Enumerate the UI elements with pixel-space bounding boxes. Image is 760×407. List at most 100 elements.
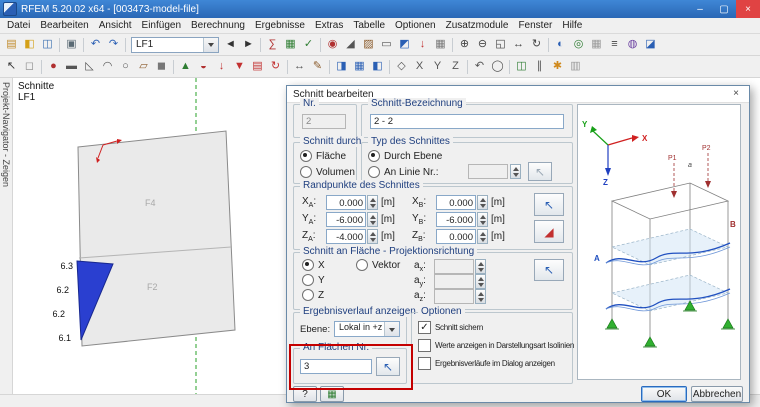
radio-durch-ebene[interactable]: Durch Ebene [368,150,442,162]
radio-vektor[interactable]: Vektor [356,259,400,271]
menu-item[interactable]: Berechnung [186,19,250,32]
circle-icon[interactable]: ○ [117,58,134,75]
deselect-icon[interactable]: ◻ [21,58,38,75]
xb-input[interactable]: 0.000 [436,195,476,210]
open-icon[interactable]: ◧ [21,36,38,53]
menu-item[interactable]: Bearbeiten [35,19,93,32]
visibility-icon[interactable]: ◍ [624,36,641,53]
check-icon[interactable]: ✓ [300,36,317,53]
pick-points-button[interactable]: ↖ [534,193,564,216]
menu-item[interactable]: Tabelle [348,19,390,32]
opening-icon[interactable]: ▭ [378,36,395,53]
menu-item[interactable]: Zusatzmodule [441,19,514,32]
line-icon[interactable]: ◢ [342,36,359,53]
prev-load-case-icon[interactable]: ◄ [222,36,239,53]
arc-icon[interactable]: ◠ [99,58,116,75]
ebene-dropdown[interactable]: Lokal in +z [334,321,400,337]
zoom-in-icon[interactable]: ⊕ [456,36,473,53]
display-settings-button[interactable]: ▦ [320,386,344,402]
radio-proj-x[interactable]: X [302,259,325,271]
radio-proj-y[interactable]: Y [302,274,325,286]
menu-item[interactable]: Optionen [390,19,441,32]
dropdown-arrow-icon[interactable] [384,322,399,336]
isometric-view-icon[interactable]: ◇ [393,58,410,75]
insert-line-icon[interactable]: ▬ [63,58,80,75]
menu-item[interactable]: Hilfe [557,19,587,32]
comment-icon[interactable]: ✎ [309,58,326,75]
radio-proj-z[interactable]: Z [302,289,324,301]
mesh-icon[interactable]: ▦ [432,36,449,53]
dialog-close-icon[interactable]: × [723,86,749,101]
navigator-tab-strip[interactable]: Projekt-Navigator - Zeigen [0,78,13,395]
pick-direction-button[interactable]: ↖ [534,259,564,281]
layers-icon[interactable]: ≡ [606,36,623,53]
moment-load-icon[interactable]: ↻ [267,58,284,75]
snap-icon[interactable]: ✱ [549,58,566,75]
line-load-icon[interactable]: ▼ [231,58,248,75]
model-view[interactable]: 6.3 6.2 6.2 6.1 F4 F2 [13,78,293,395]
control-panel-icon[interactable]: ◧ [369,58,386,75]
xa-input[interactable]: 0.000 [326,195,366,210]
calculate-icon[interactable]: ∑ [264,36,281,53]
ok-button[interactable]: OK [641,386,687,402]
insert-surface-icon[interactable]: ▱ [135,58,152,75]
load-icon[interactable]: ↓ [414,36,431,53]
xb-spinner[interactable] [477,195,488,210]
view-y-icon[interactable]: Y [429,58,446,75]
rotate-view-icon[interactable]: ↻ [528,36,545,53]
full-view-icon[interactable]: ◯ [489,58,506,75]
zb-spinner[interactable] [477,229,488,244]
pan-icon[interactable]: ↔ [510,36,527,53]
cancel-button[interactable]: Abbrechen [691,386,743,402]
help-button[interactable]: ? [293,386,317,402]
checkbox-ergebnisverlaeufe-dialog[interactable]: ✓ Ergebnisverläufe im Dialog anzeigen [418,357,555,370]
navigator-tab-label[interactable]: Projekt-Navigator - Zeigen [1,82,11,187]
menu-item[interactable]: Ansicht [94,19,137,32]
project-navigator-icon[interactable]: ◨ [333,58,350,75]
background-color-icon[interactable]: ▥ [567,58,584,75]
minimize-button[interactable]: – [688,0,712,18]
polyline-icon[interactable]: ◺ [81,58,98,75]
ya-spinner[interactable] [367,212,378,227]
section-icon[interactable]: ◩ [396,36,413,53]
redo-icon[interactable]: ↷ [105,36,122,53]
tables-icon[interactable]: ▦ [351,58,368,75]
select-icon[interactable]: ↖ [3,58,20,75]
undo-icon[interactable]: ↶ [87,36,104,53]
previous-view-icon[interactable]: ↶ [471,58,488,75]
close-button[interactable]: × [736,0,760,18]
menu-item[interactable]: Fenster [513,19,557,32]
hinge-icon[interactable]: ◒ [195,58,212,75]
node-icon[interactable]: ◉ [324,36,341,53]
solid-icon[interactable]: ◼ [153,58,170,75]
menu-item[interactable]: Ergebnisse [250,19,310,32]
checkbox-schnitt-sichern[interactable]: ✓ Schnitt sichern [418,321,483,334]
numbering-icon[interactable]: ◎ [570,36,587,53]
nodal-load-icon[interactable]: ↓ [213,58,230,75]
show-results-icon[interactable]: ▦ [282,36,299,53]
save-icon[interactable]: ◫ [39,36,56,53]
new-icon[interactable]: ▤ [3,36,20,53]
radio-flaeche[interactable]: Fläche [300,150,346,162]
dialog-title-bar[interactable]: Schnitt bearbeiten × [287,86,749,103]
view-x-icon[interactable]: X [411,58,428,75]
maximize-button[interactable]: ▢ [712,0,736,18]
radio-an-linie[interactable]: An Linie Nr.: [368,166,438,178]
menu-item[interactable]: Einfügen [137,19,186,32]
za-input[interactable]: -4.000 [326,229,366,244]
yb-input[interactable]: -6.000 [436,212,476,227]
xa-spinner[interactable] [367,195,378,210]
support-icon[interactable]: ▲ [177,58,194,75]
bezeichnung-input[interactable]: 2 - 2 [370,114,564,129]
display-grid-icon[interactable]: ▦ [588,36,605,53]
checkbox-werte-isolinien[interactable]: ✓ Werte anzeigen in Darstellungsart Isol… [418,339,574,352]
dropdown-arrow-icon[interactable] [203,37,218,52]
print-icon[interactable]: ▣ [63,36,80,53]
insert-node-icon[interactable]: ● [45,58,62,75]
dimension-icon[interactable]: ↔ [291,58,308,75]
flaechen-nr-input[interactable]: 3 [300,359,372,374]
radio-volumen[interactable]: Volumen [300,166,355,178]
zb-input[interactable]: 0.000 [436,229,476,244]
work-plane-icon[interactable]: ◫ [513,58,530,75]
yb-spinner[interactable] [477,212,488,227]
